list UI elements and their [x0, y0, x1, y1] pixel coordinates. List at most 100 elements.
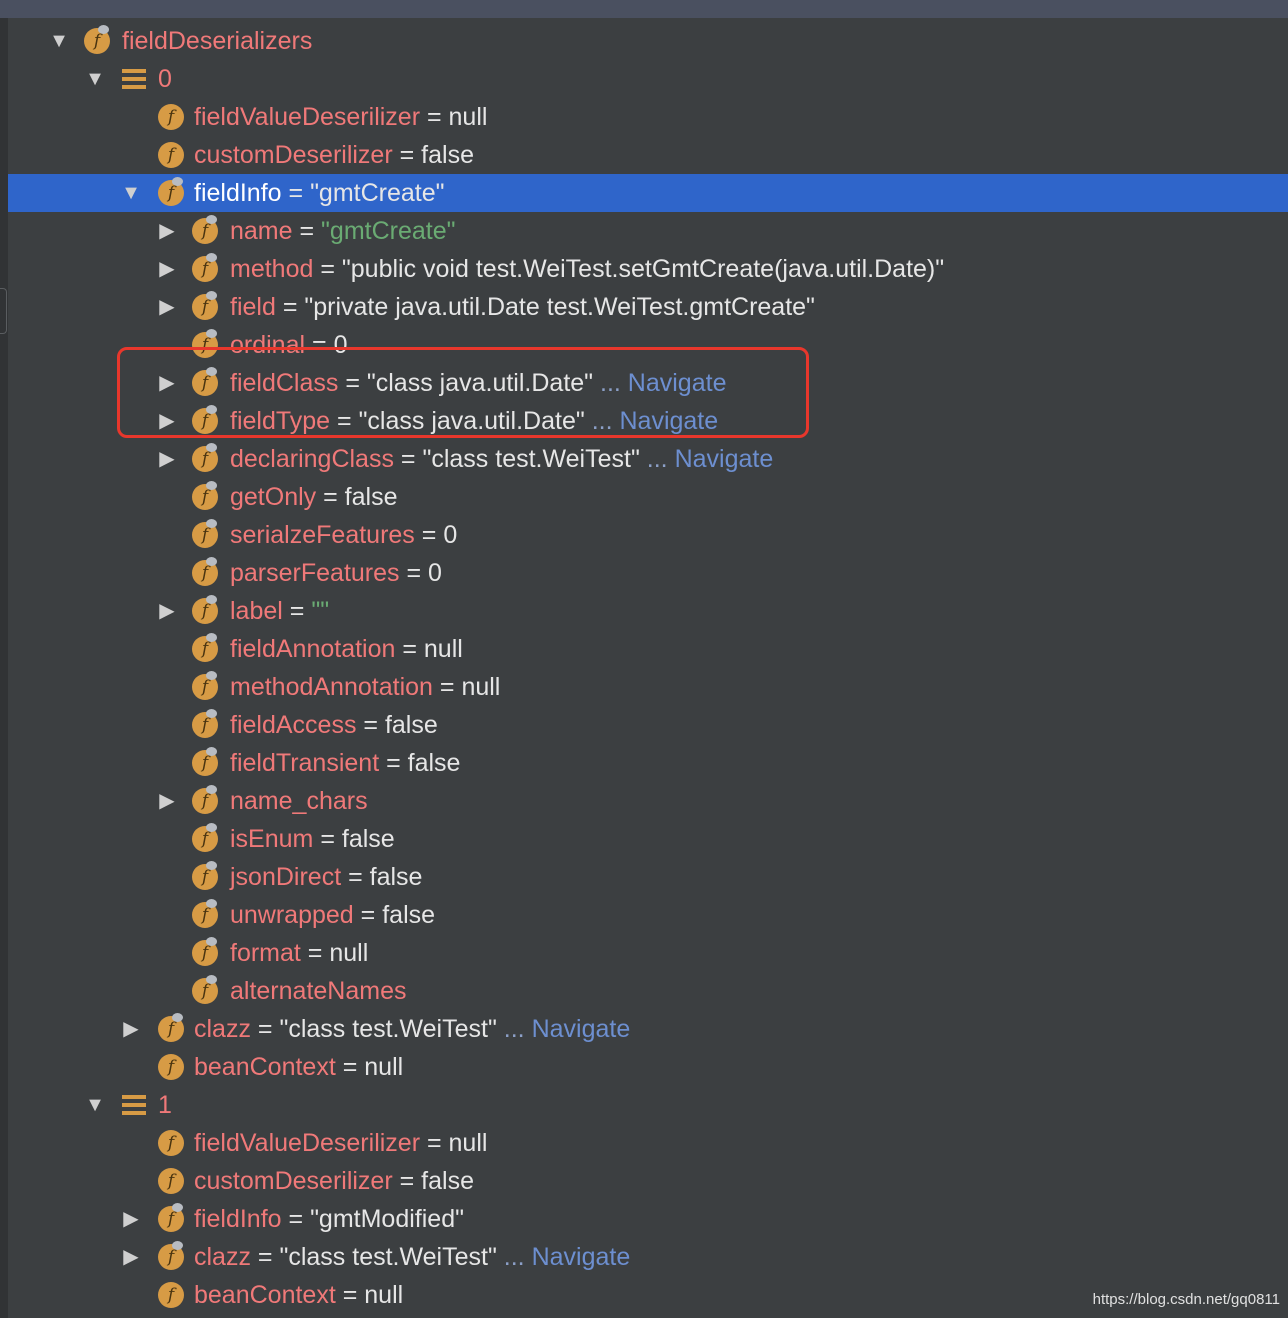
- field-value: false: [407, 749, 461, 777]
- expand-arrow-down-icon[interactable]: [120, 174, 142, 212]
- field-name: method: [230, 255, 314, 283]
- expand-arrow-right-icon[interactable]: [156, 250, 178, 288]
- tree-row[interactable]: parserFeatures = 0: [8, 554, 1288, 592]
- tree-row[interactable]: fieldValueDeserilizer = null: [8, 1124, 1288, 1162]
- tree-row[interactable]: clazz = "class test.WeiTest" ... Navigat…: [8, 1238, 1288, 1276]
- expand-arrow-right-icon[interactable]: [120, 1238, 142, 1276]
- row-label: label = "": [230, 592, 329, 630]
- field-value: false: [382, 901, 436, 929]
- expand-arrow-right-icon[interactable]: [120, 1200, 142, 1238]
- scroll-handle[interactable]: [0, 288, 7, 334]
- field-name: unwrapped: [230, 901, 354, 929]
- ellipsis: ...: [503, 1243, 525, 1271]
- expand-arrow-down-icon[interactable]: [48, 22, 70, 60]
- left-gutter: [0, 18, 8, 1318]
- field-name: format: [230, 939, 301, 967]
- tree-row[interactable]: 0: [8, 60, 1288, 98]
- field-name: name: [230, 217, 293, 245]
- tree-row[interactable]: getOnly = false: [8, 478, 1288, 516]
- tree-row[interactable]: declaringClass = "class test.WeiTest" ..…: [8, 440, 1288, 478]
- equals-sign: =: [313, 255, 342, 283]
- expand-arrow-right-icon[interactable]: [156, 592, 178, 630]
- tree-row[interactable]: name_chars: [8, 782, 1288, 820]
- tree-row[interactable]: isEnum = false: [8, 820, 1288, 858]
- tree-row[interactable]: fieldTransient = false: [8, 744, 1288, 782]
- tree-row[interactable]: alternateNames: [8, 972, 1288, 1010]
- field-name: fieldAnnotation: [230, 635, 396, 663]
- expand-arrow-right-icon[interactable]: [156, 782, 178, 820]
- field-value: 0: [443, 521, 458, 549]
- tree-row[interactable]: unwrapped = false: [8, 896, 1288, 934]
- field-value: false: [341, 825, 395, 853]
- expand-arrow-right-icon[interactable]: [156, 212, 178, 250]
- tree-row[interactable]: fieldAccess = false: [8, 706, 1288, 744]
- navigate-link[interactable]: Navigate: [532, 1243, 631, 1271]
- field-name: declaringClass: [230, 445, 394, 473]
- equals-sign: =: [393, 445, 423, 473]
- field-value: false: [344, 483, 398, 511]
- field-private-icon: [84, 25, 110, 54]
- field-value: null: [448, 103, 488, 131]
- equals-sign: =: [432, 673, 462, 701]
- row-label: field = "private java.util.Date test.Wei…: [230, 288, 815, 326]
- tree-row[interactable]: beanContext = null: [8, 1048, 1288, 1086]
- field-name: serialzeFeatures: [230, 521, 415, 549]
- navigate-link[interactable]: Navigate: [675, 445, 774, 473]
- row-label: fieldAccess = false: [230, 706, 438, 744]
- field-private-icon: [192, 747, 218, 776]
- field-value: "class test.WeiTest": [279, 1243, 497, 1271]
- field-value: "gmtModified": [310, 1205, 464, 1233]
- tree-row[interactable]: field = "private java.util.Date test.Wei…: [8, 288, 1288, 326]
- tree-row[interactable]: customDeserilizer = false: [8, 1162, 1288, 1200]
- navigate-link[interactable]: Navigate: [532, 1015, 631, 1043]
- tree-row[interactable]: fieldInfo = "gmtModified": [8, 1200, 1288, 1238]
- tree-row[interactable]: 1: [8, 1086, 1288, 1124]
- tree-row[interactable]: format = null: [8, 934, 1288, 972]
- field-private-icon: [192, 443, 218, 472]
- field-value: null: [423, 635, 463, 663]
- tree-row[interactable]: clazz = "class test.WeiTest" ... Navigat…: [8, 1010, 1288, 1048]
- expand-arrow-right-icon[interactable]: [120, 1010, 142, 1048]
- variables-tree: fieldDeserializers 0 fieldValueDeserilizer…: [8, 22, 1288, 1314]
- field-name: clazz: [194, 1015, 251, 1043]
- field-name: parserFeatures: [230, 559, 400, 587]
- expand-arrow-down-icon[interactable]: [84, 60, 106, 98]
- expand-arrow-down-icon[interactable]: [84, 1086, 106, 1124]
- field-private-icon: [192, 785, 218, 814]
- equals-sign: =: [341, 863, 370, 891]
- tree-row[interactable]: jsonDirect = false: [8, 858, 1288, 896]
- row-label: format = null: [230, 934, 368, 972]
- tree-row[interactable]: fieldDeserializers: [8, 22, 1288, 60]
- field-name: fieldAccess: [230, 711, 357, 739]
- row-label: method = "public void test.WeiTest.setGm…: [230, 250, 944, 288]
- field-value: "private java.util.Date test.WeiTest.gmt…: [304, 293, 815, 321]
- tree-row[interactable]: name = "gmtCreate": [8, 212, 1288, 250]
- tree-row[interactable]: methodAnnotation = null: [8, 668, 1288, 706]
- tree-row[interactable]: customDeserilizer = false: [8, 136, 1288, 174]
- expand-arrow-right-icon[interactable]: [156, 288, 178, 326]
- row-label: fieldDeserializers: [122, 22, 312, 60]
- row-label: methodAnnotation = null: [230, 668, 500, 706]
- field-private-icon: [192, 519, 218, 548]
- top-toolbar: [0, 0, 1288, 18]
- expand-arrow-right-icon[interactable]: [156, 440, 178, 478]
- tree-row[interactable]: fieldInfo = "gmtCreate": [8, 174, 1288, 212]
- field-name: alternateNames: [230, 977, 407, 1005]
- field-value: "public void test.WeiTest.setGmtCreate(j…: [341, 255, 945, 283]
- tree-row[interactable]: fieldValueDeserilizer = null: [8, 98, 1288, 136]
- row-label: declaringClass = "class test.WeiTest" ..…: [230, 440, 773, 478]
- tree-row[interactable]: label = "": [8, 592, 1288, 630]
- row-label: customDeserilizer = false: [194, 136, 474, 174]
- tree-row[interactable]: serialzeFeatures = 0: [8, 516, 1288, 554]
- array-element-icon: [122, 1095, 146, 1115]
- field-private-icon: [192, 557, 218, 586]
- row-label: fieldValueDeserilizer = null: [194, 1124, 487, 1162]
- tree-row[interactable]: fieldAnnotation = null: [8, 630, 1288, 668]
- field-value: "gmtCreate": [310, 179, 445, 207]
- tree-row[interactable]: method = "public void test.WeiTest.setGm…: [8, 250, 1288, 288]
- field-icon: [158, 1130, 184, 1156]
- field-name: customDeserilizer: [194, 141, 393, 169]
- field-name: isEnum: [230, 825, 314, 853]
- field-name: beanContext: [194, 1281, 336, 1309]
- equals-sign: =: [292, 217, 322, 245]
